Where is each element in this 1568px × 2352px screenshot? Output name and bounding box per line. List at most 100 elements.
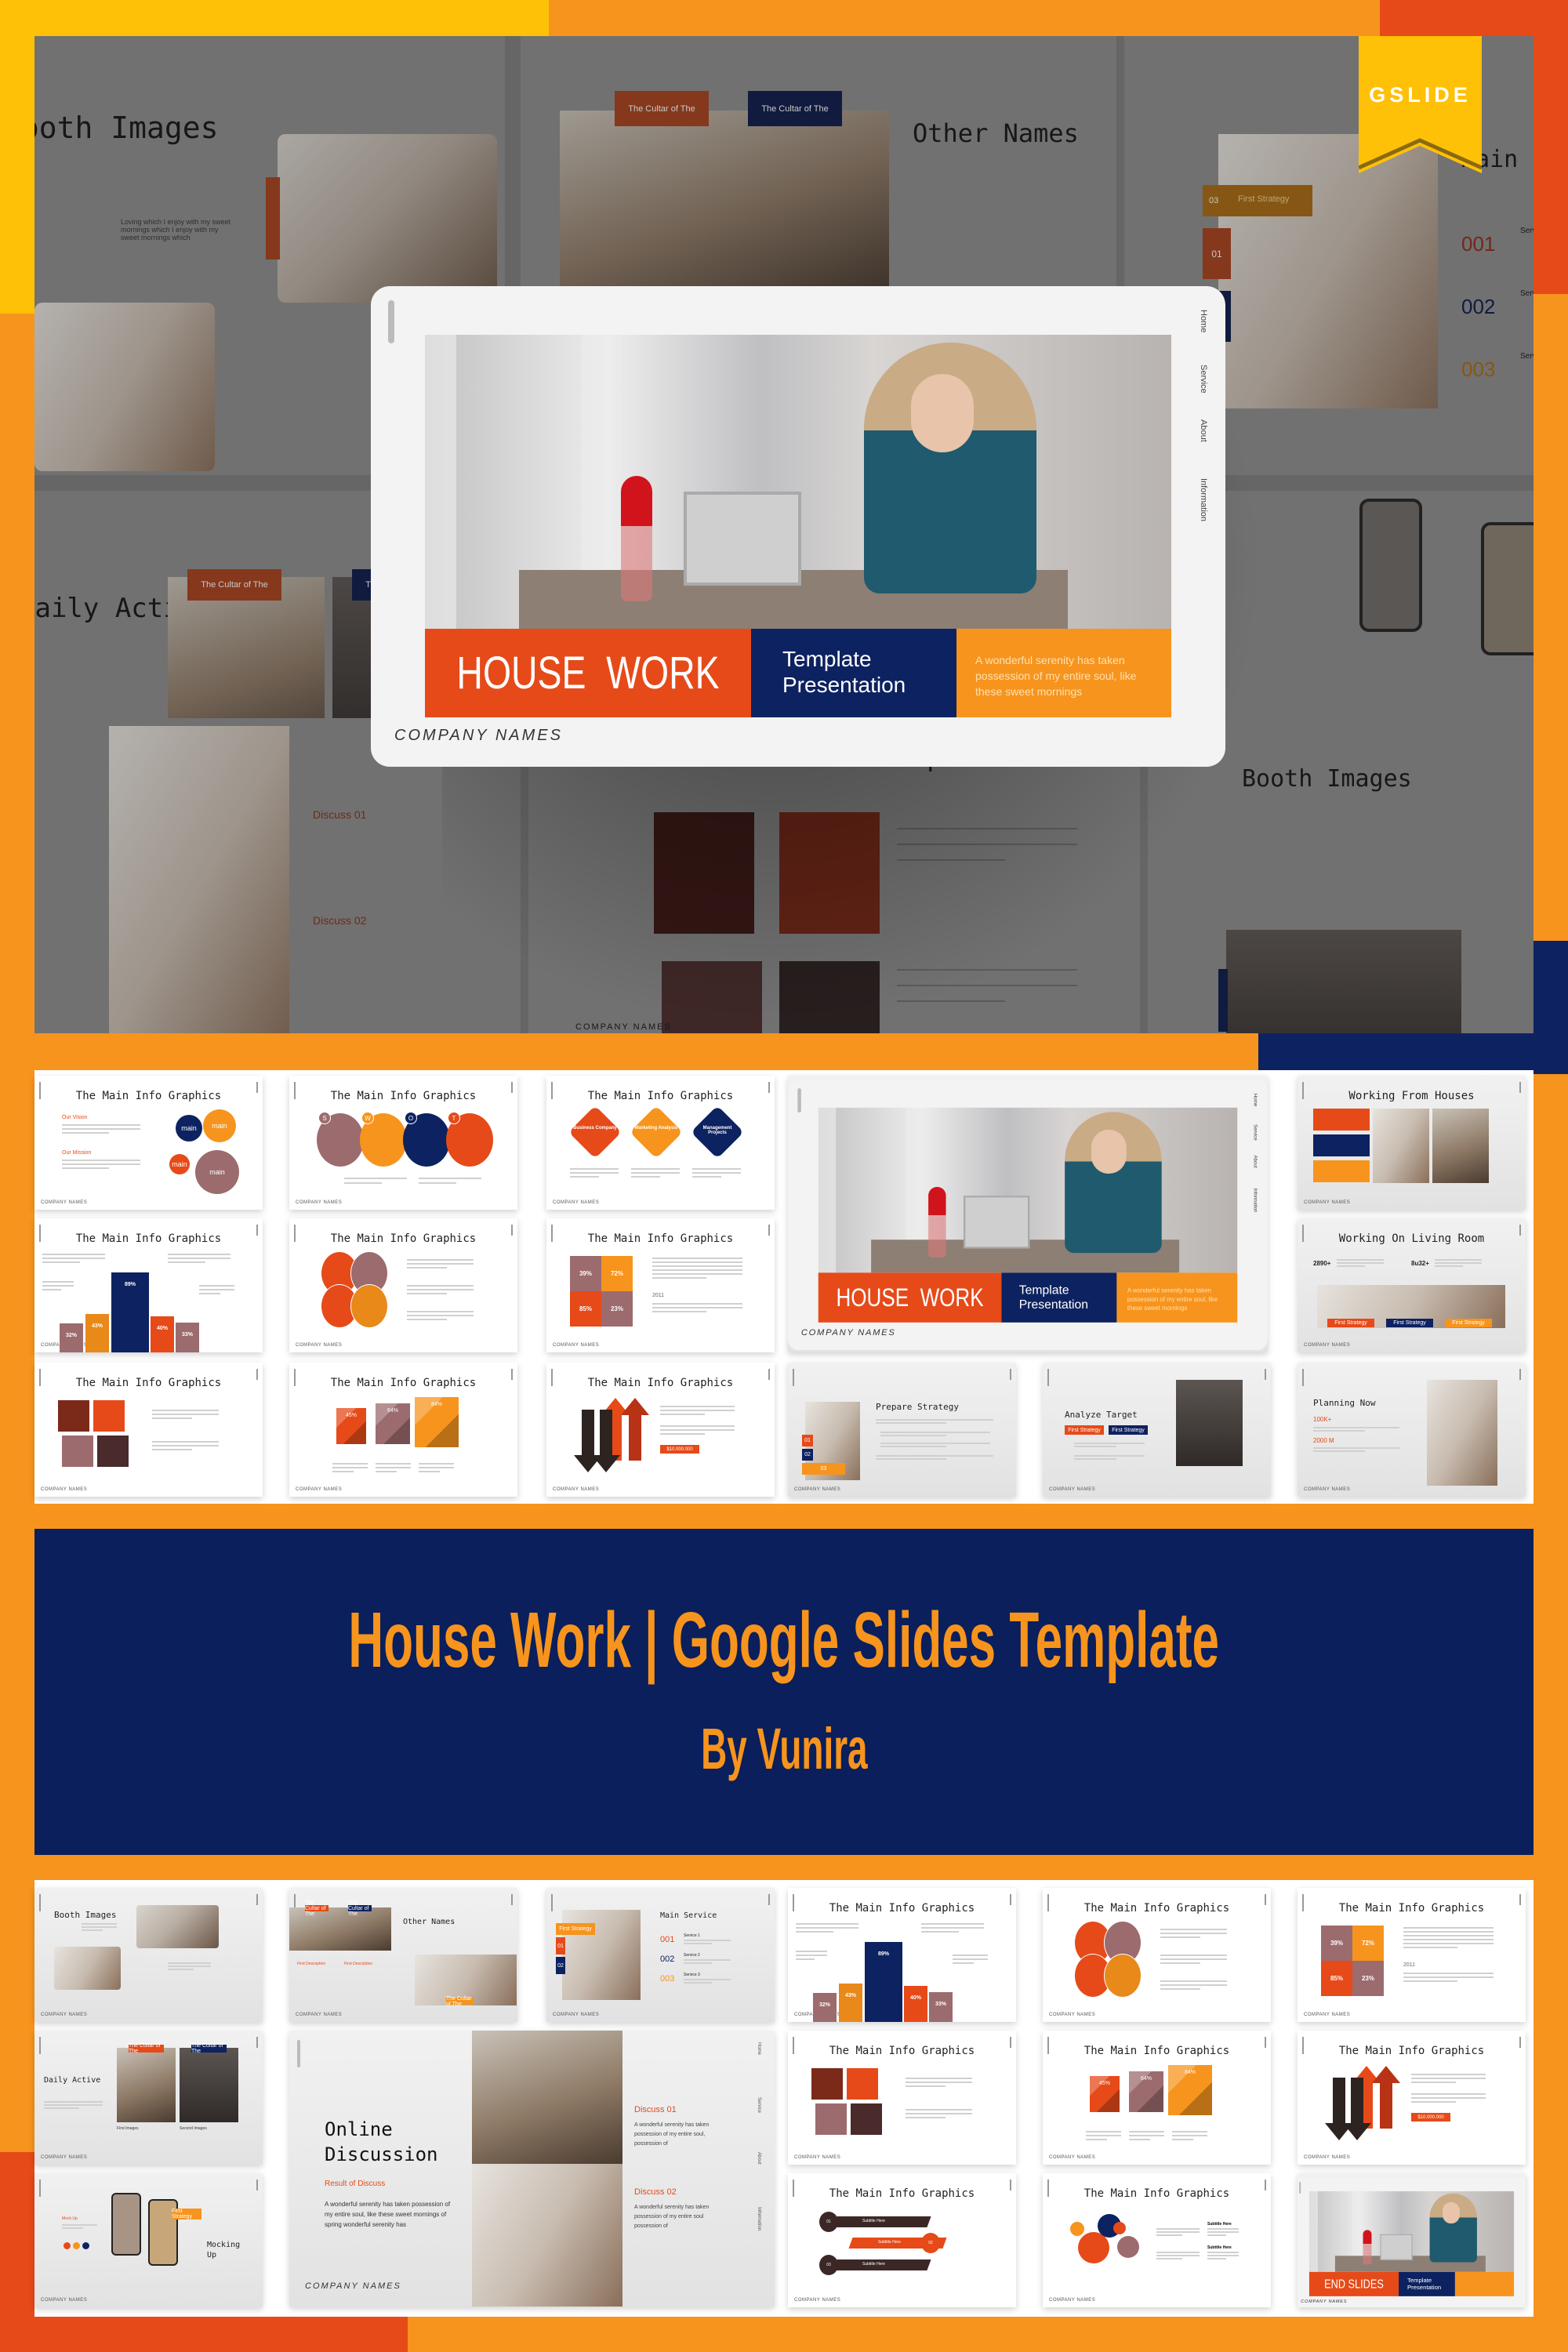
slide-thumbnail[interactable]: COMPANY NAMES The Main Info Graphics — [289, 1218, 517, 1352]
strategy-tag: First Strategy — [1065, 1425, 1104, 1435]
slide-thumbnail[interactable]: COMPANY NAMES The Main Info Graphics Subti… — [788, 2173, 1016, 2307]
slide-thumbnail[interactable]: COMPANY NAMES The Main Info Graphics $10.0… — [546, 1363, 775, 1497]
slide-thumbnail[interactable]: COMPANY NAMESThe Main Info Graphics32%43… — [788, 1888, 1016, 2022]
thumb-edge — [39, 1894, 41, 1911]
thumb-edge — [39, 2180, 41, 2197]
text-line — [407, 1267, 447, 1269]
slide-thumbnail[interactable]: COMPANY NAMES The Main Info Graphics S W O T — [289, 1076, 517, 1210]
slide-thumbnail[interactable]: COMPANY NAMES 01 02 03 Prepare Strategy — [788, 1363, 1016, 1497]
slide-thumbnail[interactable]: COMPANY NAMES Analyze Target First Strateg… — [1043, 1363, 1271, 1497]
nav-link[interactable]: About — [757, 2152, 761, 2165]
nav-link[interactable]: Information — [1253, 1189, 1258, 1213]
text-line — [1435, 1265, 1463, 1267]
cube: 64% — [376, 1403, 410, 1444]
slide-thumbnail[interactable]: COMPANY NAMES Working From Houses — [1298, 1076, 1526, 1210]
grid-cell: 72% — [601, 1256, 633, 1291]
text-line — [199, 1293, 220, 1294]
text-line — [1411, 2093, 1486, 2095]
slide-thumbnail[interactable]: COMPANY NAMES Mock Up First Strategy Mockin… — [34, 2173, 263, 2307]
slide-thumbnail[interactable]: Online Discussion Result of Discuss A wond… — [289, 2031, 775, 2307]
bar-label: 33% — [181, 1332, 193, 1338]
result-text: A wonderful serenity has taken possessio… — [325, 2201, 451, 2228]
text-line — [1074, 1446, 1116, 1447]
photo — [472, 2164, 622, 2307]
text-line — [652, 1303, 742, 1305]
text-line — [168, 1261, 205, 1263]
thumb-title: The Main Info Graphics — [330, 1377, 477, 1389]
grid-cell: 85% — [1321, 1961, 1352, 1996]
company-name: COMPANY NAMES — [553, 1487, 600, 1492]
slide-thumbnail[interactable]: COMPANY NAMES The Main Info Graphics Our V… — [34, 1076, 263, 1210]
slide-thumbnail[interactable]: COMPANY NAMES The Main Info Graphics Subti… — [1043, 2173, 1271, 2307]
slide-thumbnail[interactable]: COMPANY NAMES Planning Now 100K+ 2000 M — [1298, 1363, 1526, 1497]
slide-thumbnail[interactable]: COMPANY NAMES The Main Info Graphics 39% 72… — [1298, 1888, 1526, 2022]
text-line — [921, 1931, 959, 1933]
text-line — [407, 1319, 447, 1320]
slide-thumbnail[interactable]: COMPANY NAMES Daily Active The Cultar of T… — [34, 2031, 263, 2165]
slide-thumbnail[interactable]: COMPANY NAMES The Main Info Graphics — [34, 1363, 263, 1497]
slide-thumbnail[interactable]: COMPANY NAMES The Main Info Graphics $10.0… — [1298, 2031, 1526, 2165]
slide-thumbnail[interactable]: COMPANY NAMES The Main Info Graphics — [1043, 1888, 1271, 2022]
slide-thumbnail[interactable]: COMPANY NAMES The Main Info Graphics 39% 72… — [546, 1218, 775, 1352]
nav-link[interactable]: Service — [1253, 1124, 1258, 1141]
end-slide: END SLIDES Template Presentation COMPANY NA… — [1298, 2178, 1526, 2307]
thumb-title: The Main Info Graphics — [330, 1232, 477, 1245]
bg-red-bottom — [0, 2317, 408, 2352]
text-line — [42, 1258, 105, 1259]
text-line — [1129, 2135, 1164, 2136]
tagline-block: A wonderful serenity has taken possessio… — [956, 629, 1171, 717]
text-line — [692, 1172, 741, 1174]
nav-link[interactable]: Information — [1199, 478, 1208, 521]
thumb-title: The Main Info Graphics — [829, 1902, 975, 1915]
thumb-title: The Main Info Graphics — [1083, 2187, 1230, 2200]
text-line — [652, 1277, 706, 1279]
company-name: COMPANY NAMES — [1049, 1487, 1096, 1492]
company-name: COMPANY NAMES — [553, 2013, 600, 2017]
text-line — [62, 1160, 140, 1161]
text-line — [1160, 1929, 1227, 1930]
slide-thumbnail[interactable]: COMPANY NAMES First Strategy 01 02 Main Serv… — [546, 1888, 775, 2022]
gear-label: Subtitle Here — [1207, 2245, 1232, 2250]
text-line — [906, 2113, 972, 2114]
text-line — [684, 1940, 731, 1941]
nav-link[interactable]: Information — [757, 2207, 761, 2230]
scrollbar-indicator — [297, 2040, 300, 2067]
thumb-edge — [768, 1894, 770, 1905]
company-name: COMPANY NAMES — [794, 2298, 841, 2303]
slide-thumbnail[interactable]: HOUSE WORK Template Presentation A wonderfu… — [788, 1076, 1268, 1352]
slide-thumbnail[interactable]: END SLIDES Template Presentation COMPANY NA… — [1298, 2173, 1526, 2307]
text-line — [1411, 2074, 1486, 2075]
nav-link[interactable]: Service — [757, 2097, 761, 2113]
nav-link[interactable]: Home — [757, 2042, 761, 2055]
subtitle-block: Template Presentation — [751, 629, 956, 717]
arrow-up-icon — [1372, 2066, 1400, 2129]
tag: First Strategy — [172, 2209, 201, 2220]
text-line — [921, 1923, 984, 1925]
nav-link[interactable]: Service — [1199, 365, 1208, 394]
text-line — [407, 1285, 474, 1287]
slide-thumbnail[interactable]: COMPANY NAMES The Main Info Graphics — [788, 2031, 1016, 2165]
nav-link[interactable]: Home — [1253, 1094, 1258, 1106]
slide-thumbnail[interactable]: COMPANY NAMES The Main Info Graphics 45% 64… — [289, 1363, 517, 1497]
gear-icon — [1117, 2236, 1139, 2258]
slide-thumbnail[interactable]: COMPANY NAMESThe Main Info Graphics32%43… — [34, 1218, 263, 1352]
slide-thumbnail[interactable]: COMPANY NAMES The Cultar of The The Cultar… — [289, 1888, 517, 2022]
icon-box — [58, 1400, 89, 1432]
text-line — [1403, 1973, 1494, 1974]
nav-link[interactable]: Home — [1199, 310, 1208, 332]
thumb-edge — [39, 2037, 41, 2054]
company-name: COMPANY NAMES — [41, 2013, 88, 2017]
nav-link[interactable]: About — [1199, 419, 1208, 442]
thumb-title: The Main Info Graphics — [1083, 2045, 1230, 2057]
nav-link[interactable]: About — [1253, 1155, 1258, 1167]
text-line — [631, 1168, 680, 1170]
text-line — [419, 1178, 481, 1179]
slide-thumbnail[interactable]: COMPANY NAMES Booth Images — [34, 1888, 263, 2022]
slide-thumbnail[interactable]: COMPANY NAMES The Main Info Graphics Busin… — [546, 1076, 775, 1210]
slide-thumbnail[interactable]: COMPANY NAMES The Main Info Graphics 45% 64… — [1043, 2031, 1271, 2165]
text-line — [82, 1929, 103, 1931]
slide-thumbnail[interactable]: COMPANY NAMES Working On Living Room 2890+… — [1298, 1218, 1526, 1352]
company-name: COMPANY NAMES — [1304, 1200, 1351, 1205]
circle: main — [169, 1154, 190, 1174]
diamond — [568, 1105, 622, 1159]
